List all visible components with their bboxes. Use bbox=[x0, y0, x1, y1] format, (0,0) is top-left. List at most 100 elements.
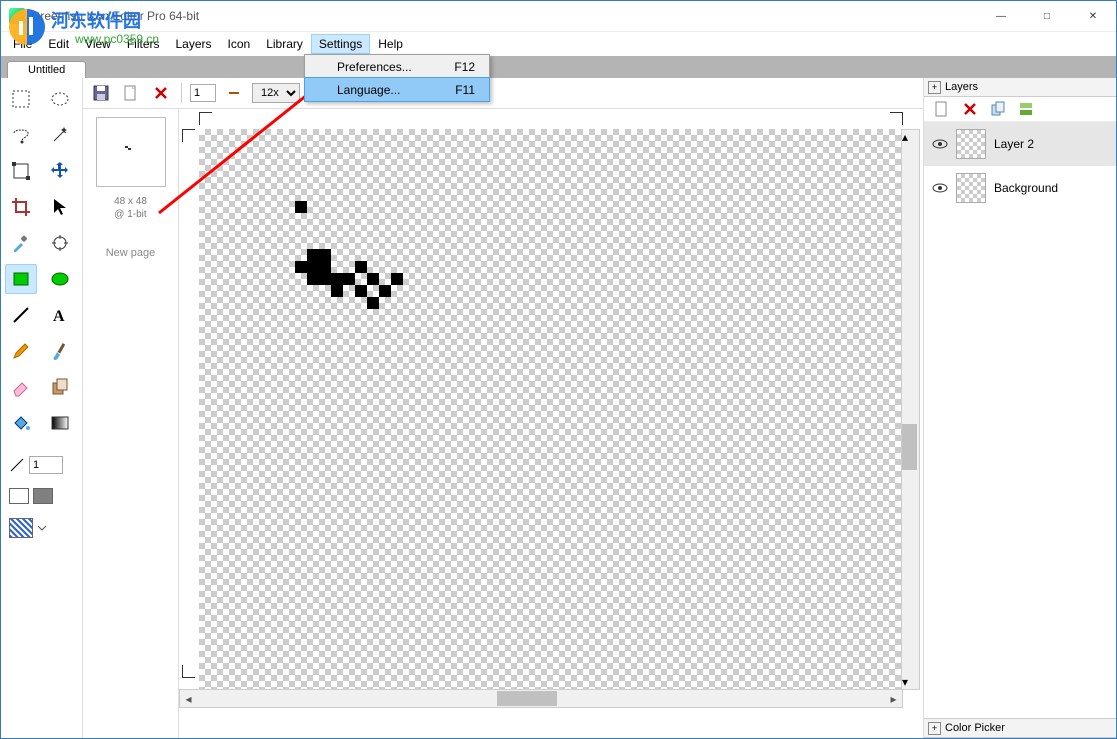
ruler-vertical bbox=[182, 129, 190, 678]
visibility-icon[interactable] bbox=[932, 136, 948, 152]
close-button[interactable]: ✕ bbox=[1070, 1, 1116, 31]
scrollbar-horizontal[interactable]: ◂ ▸ bbox=[179, 689, 903, 708]
app-icon bbox=[9, 8, 25, 24]
zoom-select[interactable]: 12x bbox=[252, 83, 300, 103]
tool-bucket[interactable] bbox=[5, 408, 37, 438]
page-dims: 48 x 48 bbox=[114, 195, 147, 208]
tool-brush[interactable] bbox=[44, 336, 76, 366]
tool-move[interactable] bbox=[44, 156, 76, 186]
menu-preferences[interactable]: Preferences... F12 bbox=[305, 55, 489, 78]
swatch-dropdown-icon[interactable] bbox=[37, 523, 47, 533]
scrollbar-vertical[interactable]: ▴ ▾ bbox=[901, 129, 920, 690]
pixel bbox=[295, 201, 307, 213]
layer-delete-button[interactable] bbox=[958, 97, 982, 121]
layer-add-button[interactable] bbox=[930, 97, 954, 121]
menu-language[interactable]: Language... F11 bbox=[304, 77, 490, 102]
menu-icon[interactable]: Icon bbox=[220, 34, 259, 54]
tool-clone[interactable] bbox=[44, 372, 76, 402]
pixel bbox=[343, 273, 355, 285]
page-depth: @ 1-bit bbox=[114, 208, 147, 221]
menu-layers[interactable]: Layers bbox=[168, 34, 220, 54]
document-toolbar: 12x bbox=[83, 78, 923, 109]
collapse-icon[interactable]: + bbox=[928, 81, 941, 94]
pixel bbox=[379, 285, 391, 297]
scroll-up-icon[interactable]: ▴ bbox=[902, 130, 919, 144]
page-thumbnail[interactable] bbox=[96, 117, 166, 187]
menu-language-shortcut: F11 bbox=[455, 83, 475, 97]
menu-preferences-label: Preferences... bbox=[337, 60, 412, 74]
tool-hotspot[interactable] bbox=[44, 228, 76, 258]
pixel bbox=[319, 261, 331, 273]
menu-preferences-shortcut: F12 bbox=[454, 60, 475, 74]
tool-ellipse-select[interactable] bbox=[44, 84, 76, 114]
menu-settings[interactable]: Settings bbox=[311, 34, 370, 54]
pixel bbox=[355, 261, 367, 273]
menu-file[interactable]: File bbox=[5, 34, 40, 54]
tool-crop[interactable] bbox=[5, 192, 37, 222]
tool-eraser[interactable] bbox=[5, 372, 37, 402]
menu-language-label: Language... bbox=[337, 83, 400, 97]
color-picker-panel-header[interactable]: + Color Picker bbox=[924, 718, 1116, 738]
scroll-down-icon[interactable]: ▾ bbox=[902, 675, 919, 689]
minimize-button[interactable]: — bbox=[978, 1, 1024, 31]
app-window: 河东软件园 www.pc0359.cn Greenfish Icon Edito… bbox=[0, 0, 1117, 739]
scroll-right-icon[interactable]: ▸ bbox=[885, 692, 902, 706]
pattern-swatch[interactable] bbox=[9, 518, 33, 538]
pixel bbox=[307, 249, 319, 261]
menu-edit[interactable]: Edit bbox=[40, 34, 77, 54]
layers-panel-title: Layers bbox=[945, 81, 978, 93]
visibility-icon[interactable] bbox=[932, 180, 948, 196]
tab-untitled[interactable]: Untitled bbox=[7, 61, 86, 78]
collapse-icon[interactable]: + bbox=[928, 722, 941, 735]
layer-duplicate-button[interactable] bbox=[986, 97, 1010, 121]
tool-palette: A bbox=[1, 78, 83, 738]
pixel bbox=[331, 273, 343, 285]
tool-rect-select[interactable] bbox=[5, 84, 37, 114]
layer-row[interactable]: Background bbox=[924, 166, 1116, 210]
layer-merge-button[interactable] bbox=[1014, 97, 1038, 121]
layer-thumbnail bbox=[956, 129, 986, 159]
page-index-input[interactable] bbox=[190, 84, 216, 102]
menu-library[interactable]: Library bbox=[258, 34, 311, 54]
tool-gradient[interactable] bbox=[44, 408, 76, 438]
tool-filled-rect[interactable] bbox=[5, 264, 37, 294]
pixel bbox=[355, 285, 367, 297]
pixel bbox=[331, 285, 343, 297]
tool-line[interactable] bbox=[5, 300, 37, 330]
color-slot-1[interactable] bbox=[9, 488, 29, 504]
save-button[interactable] bbox=[89, 81, 113, 105]
color-slot-2[interactable] bbox=[33, 488, 53, 504]
scroll-left-icon[interactable]: ◂ bbox=[180, 692, 197, 706]
maximize-button[interactable]: □ bbox=[1024, 1, 1070, 31]
menu-help[interactable]: Help bbox=[370, 34, 411, 54]
tool-filled-ellipse[interactable] bbox=[44, 264, 76, 294]
menu-filters[interactable]: Filters bbox=[119, 34, 168, 54]
tool-transform[interactable] bbox=[5, 156, 37, 186]
new-page-button[interactable] bbox=[119, 81, 143, 105]
pixel bbox=[319, 273, 331, 285]
delete-button[interactable] bbox=[149, 81, 173, 105]
document-tabs: Untitled bbox=[1, 56, 1116, 78]
page-minus-button[interactable] bbox=[222, 81, 246, 105]
pixel-canvas[interactable] bbox=[199, 129, 903, 690]
workspace: 12x 48 x 48 @ 1-bit New page bbox=[83, 78, 923, 738]
settings-dropdown: Preferences... F12 Language... F11 bbox=[304, 54, 490, 102]
tool-pointer[interactable] bbox=[44, 192, 76, 222]
menu-view[interactable]: View bbox=[77, 34, 119, 54]
new-page-link[interactable]: New page bbox=[106, 247, 156, 259]
ruler-horizontal bbox=[199, 112, 903, 120]
pixel bbox=[367, 297, 379, 309]
color-picker-title: Color Picker bbox=[945, 722, 1005, 734]
layers-panel-header[interactable]: + Layers bbox=[924, 78, 1116, 97]
tool-pencil[interactable] bbox=[5, 336, 37, 366]
layer-name: Background bbox=[994, 181, 1058, 195]
tool-wand[interactable] bbox=[44, 120, 76, 150]
layer-row[interactable]: Layer 2 bbox=[924, 122, 1116, 166]
page-info: 48 x 48 @ 1-bit bbox=[114, 195, 147, 221]
tool-lasso[interactable] bbox=[5, 120, 37, 150]
tool-eyedropper[interactable] bbox=[5, 228, 37, 258]
tool-text[interactable]: A bbox=[44, 300, 76, 330]
line-width-input[interactable] bbox=[29, 456, 63, 474]
layers-list: Layer 2 Background bbox=[924, 122, 1116, 718]
layer-thumbnail bbox=[956, 173, 986, 203]
